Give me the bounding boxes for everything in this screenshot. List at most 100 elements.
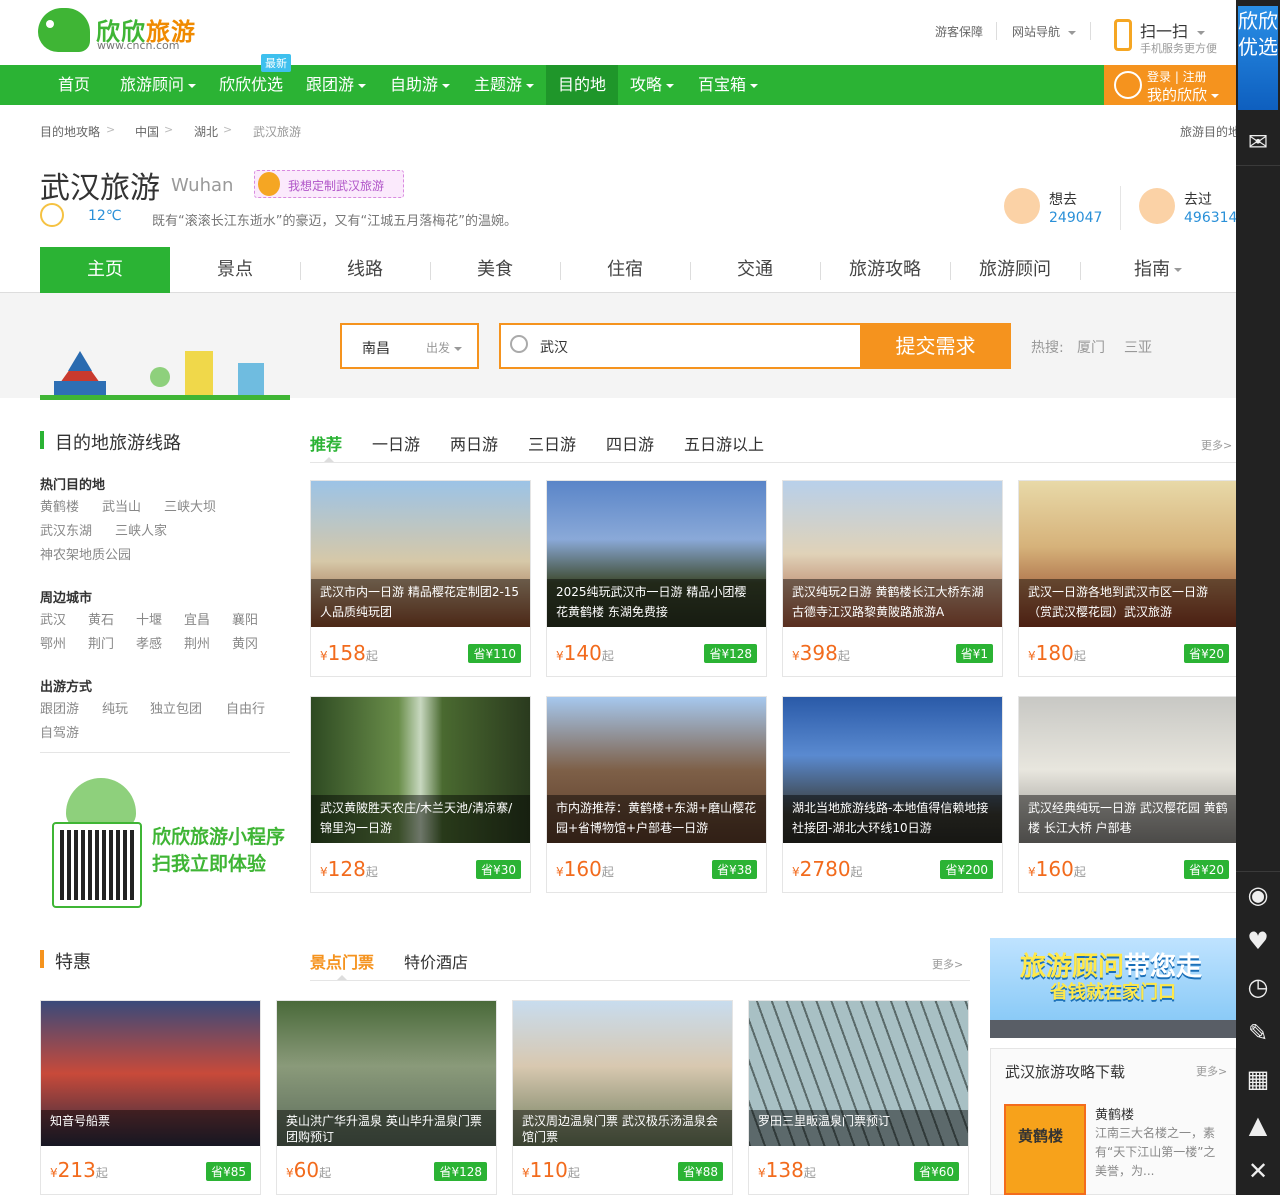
- route-card[interactable]: 湖北当地旅游线路-本地值得信赖地接社接团-湖北大环线10日游 ¥2780起 省¥…: [782, 696, 1003, 893]
- filter-link[interactable]: 独立包团: [150, 698, 202, 717]
- route-card[interactable]: 武汉一日游各地到武汉市区一日游（赏武汉樱花园）武汉旅游 ¥180起 省¥20: [1018, 480, 1239, 677]
- nav-item-toolbox[interactable]: 百宝箱: [686, 65, 770, 105]
- deal-tab-hotels[interactable]: 特价酒店: [404, 949, 468, 973]
- filter-link[interactable]: 三峡人家: [115, 520, 167, 539]
- filter-link[interactable]: 自驾游: [40, 722, 79, 741]
- tab-lodging[interactable]: 住宿: [560, 247, 690, 293]
- route-card[interactable]: 武汉纯玩2日游 黄鹤楼长江大桥东湖古德寺江汉路黎黄陂路旅游A ¥398起 省¥1: [782, 480, 1003, 677]
- route-tab-2day[interactable]: 两日游: [450, 431, 498, 455]
- nav-item-guide[interactable]: 攻略: [618, 65, 686, 105]
- deal-tab-tickets[interactable]: 景点门票: [310, 949, 374, 973]
- scan-title[interactable]: 扫一扫: [1140, 18, 1206, 42]
- route-card-price: ¥180起: [1028, 641, 1086, 665]
- currency-symbol: ¥: [792, 865, 800, 879]
- filter-link[interactable]: 荆门: [88, 633, 114, 652]
- route-card[interactable]: 2025纯玩武汉市一日游 精品小团樱花黄鹤楼 东湖免费接 ¥140起 省¥128: [546, 480, 767, 677]
- scan-subtitle: 手机服务更方便: [1140, 42, 1217, 55]
- hot-search-link[interactable]: 三亚: [1124, 337, 1152, 357]
- hot-search-link[interactable]: 厦门: [1077, 337, 1105, 357]
- tab-routes[interactable]: 线路: [300, 247, 430, 293]
- submit-request-button[interactable]: 提交需求: [860, 323, 1011, 369]
- route-tab-5day-plus[interactable]: 五日游以上: [684, 431, 764, 455]
- top-link-guarantee[interactable]: 游客保障: [935, 23, 983, 40]
- deal-card-price: ¥60起: [286, 1158, 331, 1182]
- tab-travel-guide[interactable]: 旅游攻略: [820, 247, 950, 293]
- filter-link[interactable]: 黄冈: [232, 633, 258, 652]
- currency-symbol: ¥: [320, 865, 328, 879]
- heart-icon[interactable]: ♥: [1240, 923, 1276, 959]
- logo-elephant-icon[interactable]: [38, 8, 90, 52]
- my-account-menu[interactable]: 我的欣欣: [1147, 84, 1220, 105]
- nav-item-home[interactable]: 首页: [40, 65, 108, 105]
- route-card[interactable]: 武汉经典纯玩一日游 武汉樱花园 黄鹤楼 长江大桥 户部巷 ¥160起 省¥20: [1018, 696, 1239, 893]
- filter-link[interactable]: 十堰: [136, 609, 162, 628]
- nav-item-destination[interactable]: 目的地: [546, 65, 618, 105]
- search-input[interactable]: [540, 336, 850, 358]
- filter-link[interactable]: 武当山: [102, 496, 141, 515]
- nav-item-advisor[interactable]: 旅游顾问: [108, 65, 208, 105]
- filter-link[interactable]: 黄鹤楼: [40, 496, 79, 515]
- breadcrumb-item[interactable]: 目的地攻略: [40, 123, 100, 140]
- route-tab-3day[interactable]: 三日游: [528, 431, 576, 455]
- deal-card[interactable]: 知音号船票 ¥213起 省¥85: [40, 1000, 261, 1195]
- filter-link[interactable]: 孝感: [136, 633, 162, 652]
- xinxin-select-link[interactable]: 欣欣优选: [1238, 6, 1278, 110]
- deal-card[interactable]: 武汉周边温泉门票 武汉极乐汤温泉会馆门票 ¥110起 省¥88: [512, 1000, 733, 1195]
- deal-card[interactable]: 罗田三里畈温泉门票预订 ¥138起 省¥60: [748, 1000, 969, 1195]
- chevron-down-icon: [1197, 30, 1206, 35]
- route-tab-1day[interactable]: 一日游: [372, 431, 420, 455]
- tab-travel-advisor[interactable]: 旅游顾问: [950, 247, 1080, 293]
- footprint-icon[interactable]: [1139, 188, 1175, 224]
- close-icon[interactable]: ✕: [1240, 1153, 1276, 1189]
- chevron-down-icon: [526, 83, 534, 88]
- chevron-down-icon: [1211, 93, 1220, 98]
- clock-icon[interactable]: ◷: [1240, 969, 1276, 1005]
- route-card-price: ¥128起: [320, 857, 378, 881]
- nav-item-self-tour[interactable]: 自助游: [378, 65, 462, 105]
- heart-icon[interactable]: [1004, 188, 1040, 224]
- filter-link[interactable]: 三峡大坝: [164, 496, 216, 515]
- price-value: 158: [327, 641, 366, 665]
- filter-link[interactable]: 纯玩: [102, 698, 128, 717]
- tab-guide-menu[interactable]: 指南: [1080, 247, 1236, 293]
- tab-home[interactable]: 主页: [40, 247, 170, 293]
- login-register-link[interactable]: 登录 | 注册: [1147, 68, 1207, 85]
- qr-code-icon[interactable]: ▦: [1240, 1061, 1276, 1097]
- guide-name[interactable]: 黄鹤楼: [1095, 1104, 1134, 1123]
- route-card[interactable]: 武汉黄陂胜天农庄/木兰天池/清凉寨/锦里沟一日游 ¥128起 省¥30: [310, 696, 531, 893]
- route-card[interactable]: 武汉市内一日游 精品樱花定制团2-15人品质纯玩团 ¥158起 省¥110: [310, 480, 531, 677]
- nav-item-group-tour[interactable]: 跟团游: [294, 65, 378, 105]
- wechat-icon[interactable]: ✉: [1240, 124, 1276, 160]
- guide-book-cover[interactable]: [1004, 1104, 1086, 1195]
- filter-link[interactable]: 襄阳: [232, 609, 258, 628]
- currency-symbol: ¥: [320, 649, 328, 663]
- routes-more-link[interactable]: 更多>: [1201, 437, 1232, 453]
- route-tab-4day[interactable]: 四日游: [606, 431, 654, 455]
- edit-icon[interactable]: ✎: [1240, 1015, 1276, 1051]
- breadcrumb-right-link[interactable]: 旅游目的地: [1180, 123, 1240, 140]
- filter-link[interactable]: 宜昌: [184, 609, 210, 628]
- route-tab-recommend[interactable]: 推荐: [310, 431, 342, 455]
- filter-link[interactable]: 武汉: [40, 609, 66, 628]
- deal-card[interactable]: 英山洪广华升温泉 英山毕升温泉门票团购预订 ¥60起 省¥128: [276, 1000, 497, 1195]
- filter-link[interactable]: 跟团游: [40, 698, 79, 717]
- deals-more-link[interactable]: 更多>: [932, 956, 963, 972]
- back-to-top-icon[interactable]: ▲: [1240, 1107, 1276, 1143]
- filter-link[interactable]: 鄂州: [40, 633, 66, 652]
- top-link-sitenav[interactable]: 网站导航: [1012, 23, 1076, 40]
- tab-transport[interactable]: 交通: [690, 247, 820, 293]
- guide-download-more[interactable]: 更多>: [1196, 1063, 1227, 1079]
- route-card[interactable]: 市内游推荐：黄鹤楼+东湖+磨山樱花园+省博物馆+户部巷一日游 ¥160起 省¥3…: [546, 696, 767, 893]
- route-card-savings: 省¥38: [712, 860, 757, 879]
- filter-link[interactable]: 武汉东湖: [40, 520, 92, 539]
- tab-sights[interactable]: 景点: [170, 247, 300, 293]
- breadcrumb-item[interactable]: 中国: [135, 123, 159, 140]
- filter-link[interactable]: 神农架地质公园: [40, 544, 131, 563]
- nav-item-theme-tour[interactable]: 主题游: [462, 65, 546, 105]
- filter-link[interactable]: 荆州: [184, 633, 210, 652]
- tab-food[interactable]: 美食: [430, 247, 560, 293]
- user-icon[interactable]: ◉: [1240, 877, 1276, 913]
- breadcrumb-item[interactable]: 湖北: [194, 123, 218, 140]
- filter-link[interactable]: 自由行: [226, 698, 265, 717]
- filter-link[interactable]: 黄石: [88, 609, 114, 628]
